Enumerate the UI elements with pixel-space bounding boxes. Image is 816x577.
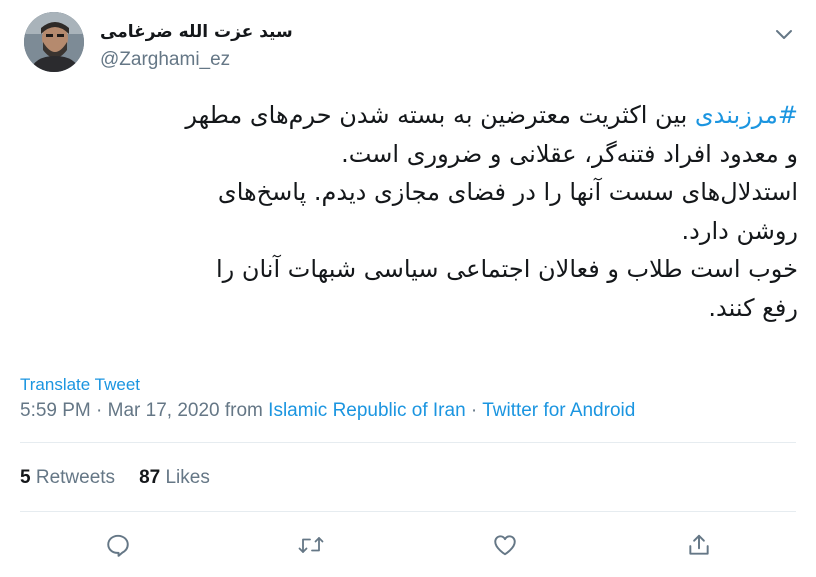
reply-button[interactable]	[103, 530, 133, 560]
hashtag-link[interactable]: #مرزبندی	[695, 101, 798, 129]
tweet-meta: 5:59 PM · Mar 17, 2020 from Islamic Repu…	[20, 399, 635, 423]
tweet-text-line-3: استدلال‌های سست آنها را در فضای مجازی دی…	[217, 178, 798, 206]
likes-count: 87	[139, 467, 161, 488]
reply-icon	[107, 534, 129, 557]
retweets-count: 5	[20, 467, 31, 488]
retweet-button[interactable]	[296, 530, 326, 560]
tweet-source-link[interactable]: Twitter for Android	[482, 400, 635, 421]
divider	[20, 511, 796, 512]
tweet-text: #مرزبندی بین اکثریت معترضین به بسته شدن …	[18, 96, 798, 327]
tweet-text-line-1: #مرزبندی بین اکثریت معترضین به بسته شدن …	[18, 96, 798, 135]
tweet-text-line-2: و معدود افراد فتنه‌گر، عقلانی و ضروری اس…	[341, 139, 798, 168]
share-button[interactable]	[684, 530, 714, 560]
avatar[interactable]	[24, 12, 84, 72]
heart-icon	[494, 535, 516, 556]
tweet-text-line-4: روشن دارد.	[681, 216, 798, 245]
more-options-button[interactable]	[772, 22, 796, 46]
tweet-timestamp[interactable]: 5:59 PM · Mar 17, 2020 from	[20, 400, 268, 421]
retweets-label: Retweets	[35, 467, 116, 488]
chevron-down-icon	[776, 30, 792, 39]
tweet-card: سید عزت الله ضرغامی @Zarghami_ez #مرزبند…	[0, 0, 816, 577]
meta-separator: ·	[465, 400, 483, 421]
likes-stat[interactable]: 87 Likes	[139, 466, 210, 490]
likes-label: Likes	[165, 467, 210, 488]
tweet-text-line-6: رفع کنند.	[708, 293, 798, 322]
tweet-text-line-5: خوب است طلاب و فعالان اجتماعی سیاسی شبها…	[215, 255, 798, 283]
retweet-icon	[298, 537, 324, 553]
tweet-text-line-1-rest: بین اکثریت معترضین به بسته شدن حرم‌های م…	[185, 101, 695, 129]
avatar-image	[24, 12, 84, 72]
divider	[20, 442, 796, 443]
translate-tweet-link[interactable]: Translate Tweet	[20, 375, 140, 395]
retweets-stat[interactable]: 5 Retweets	[20, 466, 115, 490]
author-block: سید عزت الله ضرغامی @Zarghami_ez	[100, 20, 700, 72]
tweet-location-link[interactable]: Islamic Republic of Iran	[268, 400, 465, 421]
display-name[interactable]: سید عزت الله ضرغامی	[100, 20, 293, 44]
user-handle[interactable]: @Zarghami_ez	[100, 48, 700, 72]
like-button[interactable]	[490, 530, 520, 560]
tweet-stats: 5 Retweets 87 Likes	[20, 466, 234, 490]
share-icon	[689, 534, 709, 555]
